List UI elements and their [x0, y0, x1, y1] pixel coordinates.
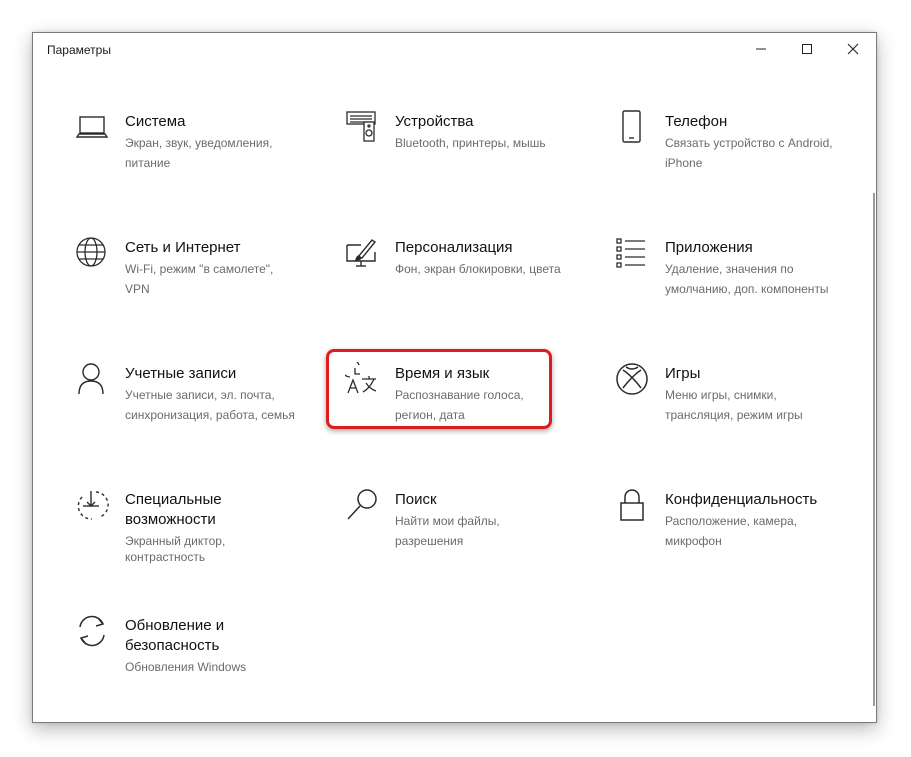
- tile-description: Bluetooth, принтеры, мышь: [395, 136, 546, 150]
- tile-accessibility[interactable]: Специальные возможности Экранный диктор,…: [75, 488, 315, 598]
- maximize-button[interactable]: [784, 33, 830, 65]
- laptop-icon: [75, 110, 109, 144]
- close-icon: [847, 43, 859, 55]
- tile-phone[interactable]: Телефон Связать устройство с Android, iP…: [615, 110, 855, 200]
- settings-window: Параметры Система Экран, звук, уведомлен…: [32, 32, 877, 723]
- tile-title: Персонализация: [395, 239, 513, 256]
- tile-devices[interactable]: Устройства Bluetooth, принтеры, мышь: [345, 110, 585, 200]
- tile-system[interactable]: Система Экран, звук, уведомления, питани…: [75, 110, 315, 200]
- tile-gaming[interactable]: Игры Меню игры, снимки, трансляция, режи…: [615, 362, 855, 452]
- tile-description: разрешения: [395, 534, 464, 548]
- tile-title-line: возможности: [125, 511, 216, 528]
- ease-of-access-icon: [75, 488, 109, 522]
- tile-time-language[interactable]: Время и язык Распознавание голоса, регио…: [345, 362, 585, 452]
- tile-title: Приложения: [665, 239, 753, 256]
- lock-icon: [615, 488, 649, 522]
- tile-description: умолчанию, доп. компоненты: [665, 282, 829, 296]
- tile-description: Меню игры, снимки,: [665, 388, 777, 402]
- phone-icon: [615, 110, 649, 144]
- tile-description: Расположение, камера,: [665, 514, 798, 528]
- tile-network[interactable]: Сеть и Интернет Wi-Fi, режим "в самолете…: [75, 236, 315, 326]
- tile-title: Телефон: [665, 113, 728, 130]
- tile-description: регион, дата: [395, 408, 465, 422]
- window-title: Параметры: [47, 43, 111, 57]
- tile-title-line: Обновление и: [125, 617, 225, 634]
- tile-title: Время и язык: [395, 365, 490, 382]
- tile-title: Сеть и Интернет: [125, 239, 241, 256]
- tile-description: Распознавание голоса,: [395, 388, 524, 402]
- person-icon: [75, 362, 109, 396]
- tile-description: Экран, звук, уведомления,: [125, 136, 273, 150]
- tile-description: Обновления Windows: [125, 660, 247, 674]
- tile-accounts[interactable]: Учетные записи Учетные записи, эл. почта…: [75, 362, 315, 452]
- tile-description: VPN: [125, 282, 150, 296]
- tile-title: Поиск: [395, 491, 437, 508]
- minimize-icon: [756, 48, 766, 50]
- tile-title: Обновление и безопасность: [125, 616, 315, 656]
- tile-description: iPhone: [665, 156, 703, 170]
- tile-search[interactable]: Поиск Найти мои файлы, разрешения: [345, 488, 585, 578]
- tile-privacy[interactable]: Конфиденциальность Расположение, камера,…: [615, 488, 855, 578]
- tile-title-line: Специальные: [125, 491, 222, 508]
- title-bar: Параметры: [33, 33, 876, 67]
- tile-description: Учетные записи, эл. почта,: [125, 388, 275, 402]
- tile-description: Экранный диктор,: [125, 534, 226, 548]
- sync-icon: [75, 614, 109, 648]
- tile-title-line: безопасность: [125, 637, 220, 654]
- tile-personalization[interactable]: Персонализация Фон, экран блокировки, цв…: [345, 236, 585, 326]
- apps-list-icon: [615, 236, 649, 270]
- close-button[interactable]: [830, 33, 876, 65]
- devices-icon: [345, 110, 379, 144]
- tile-title: Конфиденциальность: [665, 491, 818, 508]
- time-language-icon: [345, 362, 379, 396]
- tile-description: Удаление, значения по: [665, 262, 794, 276]
- tile-description: контрастность: [125, 550, 206, 564]
- tile-update[interactable]: Обновление и безопасность Обновления Win…: [75, 614, 315, 704]
- tile-description: Фон, экран блокировки, цвета: [395, 262, 561, 276]
- tile-apps[interactable]: Приложения Удаление, значения по умолчан…: [615, 236, 855, 326]
- search-icon: [345, 488, 379, 522]
- tile-title: Специальные возможности: [125, 490, 315, 530]
- tile-description: Найти мои файлы,: [395, 514, 500, 528]
- tile-description: Wi-Fi, режим "в самолете",: [125, 262, 274, 276]
- scrollbar[interactable]: [873, 193, 875, 706]
- paintbrush-icon: [345, 236, 379, 270]
- tile-description: питание: [125, 156, 171, 170]
- tile-description: синхронизация, работа, семья: [125, 408, 295, 422]
- tile-title: Учетные записи: [125, 365, 237, 382]
- globe-icon: [75, 236, 109, 270]
- tile-title: Игры: [665, 365, 701, 382]
- tile-title: Система: [125, 113, 186, 130]
- maximize-icon: [802, 44, 812, 54]
- xbox-icon: [615, 362, 649, 396]
- tile-title: Устройства: [395, 113, 474, 130]
- minimize-button[interactable]: [738, 33, 784, 65]
- tile-description: Связать устройство с Android,: [665, 136, 833, 150]
- tile-description: микрофон: [665, 534, 722, 548]
- tile-description: трансляция, режим игры: [665, 408, 803, 422]
